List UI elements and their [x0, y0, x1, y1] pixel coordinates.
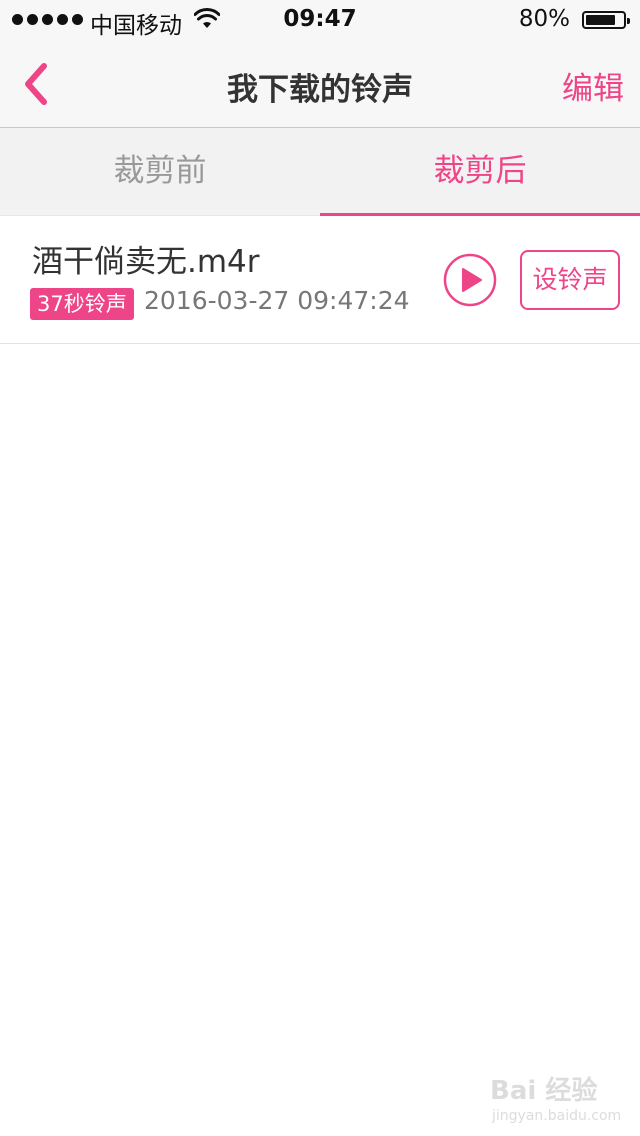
ringtone-name: 酒干倘卖无.m4r: [32, 244, 260, 280]
status-bar: 中国移动 09:47 80%: [0, 0, 640, 40]
download-date: 2016-03-27 09:47:24: [144, 286, 410, 315]
play-icon[interactable]: [443, 253, 497, 307]
duration-badge: 37秒铃声: [30, 288, 134, 320]
tab-after-trim[interactable]: 裁剪后: [320, 128, 640, 216]
list-item[interactable]: 酒干倘卖无.m4r 37秒铃声 2016-03-27 09:47:24 设铃声: [0, 216, 640, 344]
segment-tabs: 裁剪前 裁剪后: [0, 128, 640, 216]
navigation-bar: 我下载的铃声 编辑: [0, 40, 640, 128]
watermark-logo: Bai 经验: [490, 1076, 598, 1106]
tab-before-trim[interactable]: 裁剪前: [0, 128, 320, 215]
battery-percentage: 80%: [518, 6, 570, 32]
baidu-jingyan-watermark: Bai 经验 jingyan.baidu.com: [490, 1070, 622, 1130]
page-title: 我下载的铃声: [227, 72, 413, 108]
set-ringtone-button[interactable]: 设铃声: [520, 250, 620, 310]
battery-icon: [582, 11, 630, 29]
edit-button[interactable]: 编辑: [562, 63, 624, 108]
watermark-url: jingyan.baidu.com: [492, 1108, 622, 1124]
